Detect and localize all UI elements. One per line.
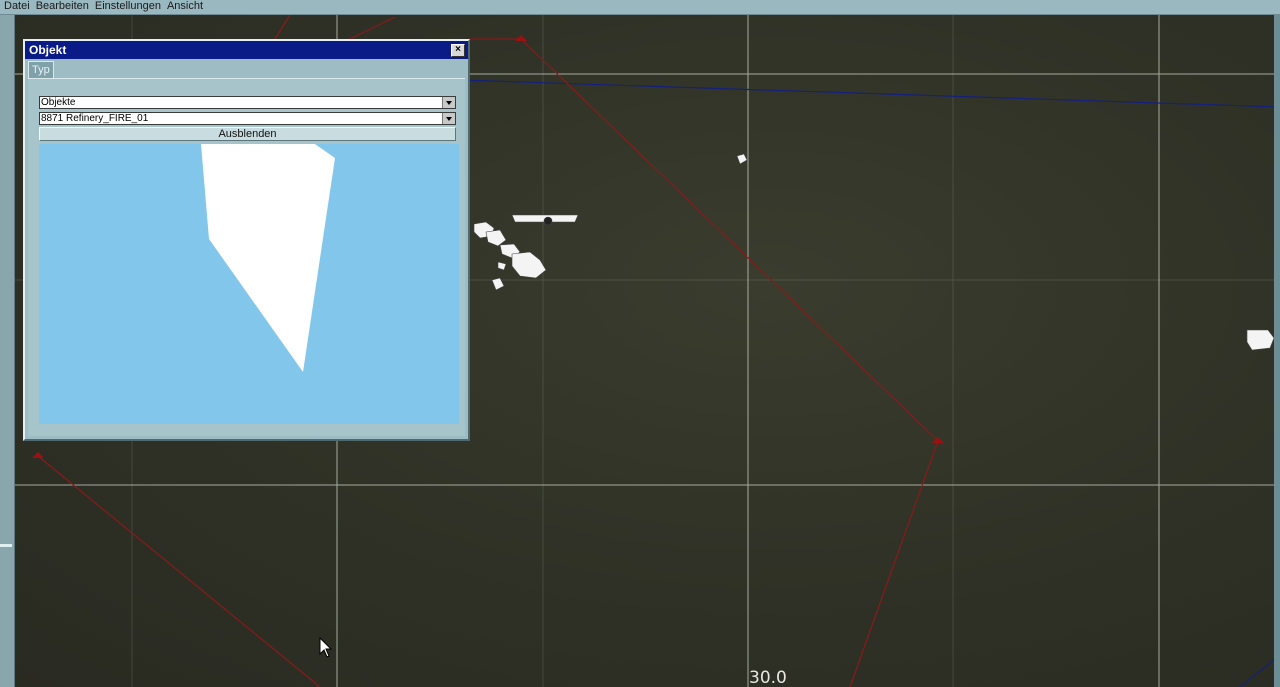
dialog-title: Objekt bbox=[29, 43, 67, 57]
tab-panel: Objekte 8871 Refinery_FIRE_01 Ausblenden bbox=[28, 78, 465, 436]
grid-scale-label: 30.0 bbox=[749, 668, 787, 687]
refinery-object-cluster[interactable] bbox=[473, 153, 1275, 351]
waypoint-marker[interactable] bbox=[32, 452, 44, 458]
ruler-handle[interactable] bbox=[0, 544, 12, 547]
menu-bar: Datei Bearbeiten Einstellungen Ansicht bbox=[0, 0, 1280, 15]
menu-datei[interactable]: Datei bbox=[0, 0, 32, 12]
object-preview bbox=[39, 144, 459, 424]
chevron-down-icon[interactable] bbox=[442, 113, 455, 124]
mouse-pointer-icon bbox=[319, 637, 333, 658]
route-line bbox=[274, 15, 291, 40]
right-ruler bbox=[1274, 15, 1280, 687]
route-line bbox=[520, 38, 939, 687]
chevron-down-icon[interactable] bbox=[442, 97, 455, 108]
close-button[interactable]: × bbox=[451, 44, 465, 57]
waypoint-marker[interactable] bbox=[932, 437, 944, 443]
building-shape bbox=[1246, 329, 1275, 351]
building-shape bbox=[511, 251, 547, 279]
hide-button[interactable]: Ausblenden bbox=[39, 127, 456, 141]
route-line bbox=[349, 16, 396, 40]
building-shape bbox=[736, 153, 748, 165]
menu-bearbeiten[interactable]: Bearbeiten bbox=[32, 0, 91, 12]
map-border-line bbox=[459, 79, 1280, 108]
waypoint-marker[interactable] bbox=[515, 35, 527, 41]
tank-marker bbox=[543, 216, 553, 226]
left-ruler bbox=[0, 15, 15, 687]
menu-ansicht[interactable]: Ansicht bbox=[163, 0, 205, 12]
category-select[interactable]: Objekte bbox=[39, 96, 456, 109]
object-select-value: 8871 Refinery_FIRE_01 bbox=[41, 113, 149, 124]
preview-polygon bbox=[201, 144, 335, 372]
route-line bbox=[37, 455, 321, 687]
building-shape bbox=[485, 229, 507, 247]
object-preview-shape bbox=[201, 144, 335, 372]
building-shape bbox=[497, 261, 507, 271]
object-dialog: Objekt × Typ Objekte 8871 Refinery_FIRE_… bbox=[23, 39, 470, 441]
category-select-value: Objekte bbox=[41, 97, 76, 108]
dialog-tabs: Typ bbox=[25, 59, 468, 78]
tab-typ[interactable]: Typ bbox=[28, 61, 54, 78]
editor-window: Datei Bearbeiten Einstellungen Ansicht 3… bbox=[0, 0, 1280, 687]
dialog-titlebar[interactable]: Objekt × bbox=[25, 41, 468, 59]
menu-einstellungen[interactable]: Einstellungen bbox=[91, 0, 163, 12]
object-select[interactable]: 8871 Refinery_FIRE_01 bbox=[39, 112, 456, 125]
